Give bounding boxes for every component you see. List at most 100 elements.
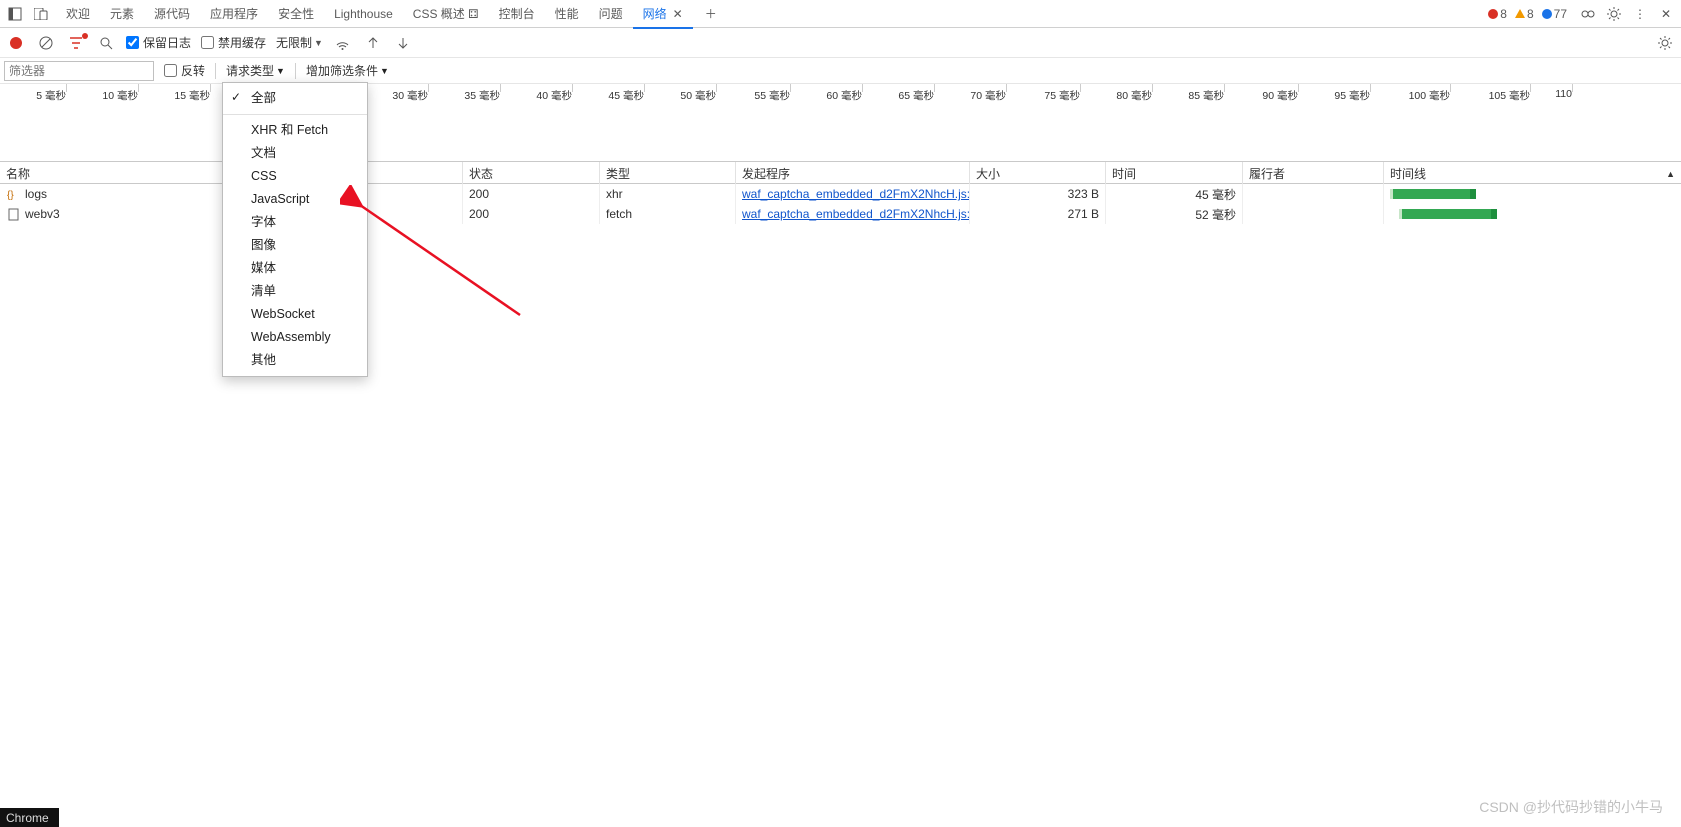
issues-icon[interactable] xyxy=(1577,3,1599,25)
waterfall-cell xyxy=(1384,184,1681,204)
invert-input[interactable] xyxy=(164,64,177,77)
cell-status: 200 xyxy=(463,204,600,224)
tab-元素[interactable]: 元素 xyxy=(100,0,144,28)
ruler-tick: 30 毫秒 xyxy=(392,88,428,103)
warning-badge[interactable]: 8 xyxy=(1515,7,1534,21)
settings-icon[interactable] xyxy=(1603,3,1625,25)
filter-bar: 反转 请求类型▼ 增加筛选条件▼ xyxy=(0,58,1681,84)
error-badge[interactable]: 8 xyxy=(1488,7,1507,21)
tab-css 概述[interactable]: CSS 概述 ⚃ xyxy=(403,0,489,28)
col-time[interactable]: 时间 xyxy=(1106,162,1243,185)
col-initiator[interactable]: 发起程序 xyxy=(736,162,970,185)
ruler-tick: 35 毫秒 xyxy=(464,88,500,103)
invert-checkbox[interactable]: 反转 xyxy=(164,62,205,79)
waterfall-cell xyxy=(1384,204,1681,224)
cell-fulfilled-by xyxy=(1243,204,1384,224)
disable-cache-input[interactable] xyxy=(201,36,214,49)
more-filters-dropdown[interactable]: 增加筛选条件▼ xyxy=(306,62,389,79)
disable-cache-checkbox[interactable]: 禁用缓存 xyxy=(201,34,266,51)
menu-item[interactable]: 图像 xyxy=(223,234,367,257)
svg-text:{}: {} xyxy=(7,190,14,200)
col-type[interactable]: 类型 xyxy=(600,162,736,185)
ruler-tick: 110 xyxy=(1555,88,1572,100)
cell-size: 271 B xyxy=(970,204,1106,224)
more-options-icon[interactable]: ⋮ xyxy=(1629,3,1651,25)
import-har-icon[interactable] xyxy=(393,33,413,53)
tab-控制台[interactable]: 控制台 xyxy=(489,0,545,28)
ruler-tick: 5 毫秒 xyxy=(36,88,66,103)
record-button[interactable] xyxy=(6,33,26,53)
filter-input[interactable] xyxy=(4,61,154,81)
network-conditions-icon[interactable] xyxy=(333,33,353,53)
menu-item[interactable]: 清单 xyxy=(223,280,367,303)
export-har-icon[interactable] xyxy=(363,33,383,53)
ruler-tick: 40 毫秒 xyxy=(536,88,572,103)
disable-cache-label: 禁用缓存 xyxy=(218,34,266,51)
menu-item[interactable]: JavaScript xyxy=(223,188,367,211)
cell-type: fetch xyxy=(600,204,736,224)
ruler-tick: 45 毫秒 xyxy=(608,88,644,103)
tab-性能[interactable]: 性能 xyxy=(545,0,589,28)
filter-toggle-button[interactable] xyxy=(66,33,86,53)
menu-item[interactable]: WebAssembly xyxy=(223,326,367,349)
warning-icon xyxy=(1515,9,1525,18)
preserve-log-checkbox[interactable]: 保留日志 xyxy=(126,34,191,51)
dock-side-icon[interactable] xyxy=(4,3,26,25)
clear-button[interactable] xyxy=(36,33,56,53)
cell-time: 45 毫秒 xyxy=(1106,184,1243,204)
ruler-tick: 85 毫秒 xyxy=(1188,88,1224,103)
menu-item[interactable]: WebSocket xyxy=(223,303,367,326)
menu-item[interactable]: CSS xyxy=(223,165,367,188)
message-icon xyxy=(1542,9,1552,19)
initiator-link[interactable]: waf_captcha_embedded_d2FmX2NhcH.js:1 xyxy=(742,207,970,221)
throttling-dropdown[interactable]: 无限制▼ xyxy=(276,34,323,51)
menu-item[interactable]: 全部 xyxy=(223,87,367,110)
col-status[interactable]: 状态 xyxy=(463,162,600,185)
cell-type: xhr xyxy=(600,184,736,204)
error-icon xyxy=(1488,9,1498,19)
separator xyxy=(215,63,216,79)
ruler-tick: 70 毫秒 xyxy=(970,88,1006,103)
cell-time: 52 毫秒 xyxy=(1106,204,1243,224)
tab-欢迎[interactable]: 欢迎 xyxy=(56,0,100,28)
preserve-log-label: 保留日志 xyxy=(143,34,191,51)
initiator-link[interactable]: waf_captcha_embedded_d2FmX2NhcH.js:1 xyxy=(742,187,970,201)
request-types-dropdown[interactable]: 请求类型▼ xyxy=(226,62,285,79)
ruler-tick: 10 毫秒 xyxy=(102,88,138,103)
menu-item[interactable]: XHR 和 Fetch xyxy=(223,119,367,142)
tab-close-icon[interactable]: ✕ xyxy=(673,7,683,21)
request-types-menu[interactable]: 全部 XHR 和 Fetch文档CSSJavaScript字体图像媒体清单WebS… xyxy=(222,82,368,377)
network-settings-icon[interactable] xyxy=(1655,33,1675,53)
menu-divider xyxy=(223,114,367,115)
col-fulfilled-by[interactable]: 履行者 xyxy=(1243,162,1384,185)
tab-问题[interactable]: 问题 xyxy=(589,0,633,28)
ruler-tick: 75 毫秒 xyxy=(1044,88,1080,103)
tab-源代码[interactable]: 源代码 xyxy=(144,0,200,28)
request-name: webv3 xyxy=(25,207,60,221)
network-toolbar: 保留日志 禁用缓存 无限制▼ xyxy=(0,28,1681,58)
new-tab-icon[interactable]: ＋ xyxy=(697,1,725,26)
preserve-log-input[interactable] xyxy=(126,36,139,49)
tab-应用程序[interactable]: 应用程序 xyxy=(200,0,268,28)
tab-网络[interactable]: 网络✕ xyxy=(633,0,693,28)
menu-item[interactable]: 媒体 xyxy=(223,257,367,280)
menu-item[interactable]: 字体 xyxy=(223,211,367,234)
search-button[interactable] xyxy=(96,33,116,53)
ruler-tick: 90 毫秒 xyxy=(1262,88,1298,103)
device-toolbar-icon[interactable] xyxy=(30,3,52,25)
ruler-tick: 60 毫秒 xyxy=(826,88,862,103)
ruler-tick: 95 毫秒 xyxy=(1334,88,1370,103)
ruler-tick: 50 毫秒 xyxy=(680,88,716,103)
tab-安全性[interactable]: 安全性 xyxy=(268,0,324,28)
message-badge[interactable]: 77 xyxy=(1542,7,1567,21)
tab-lighthouse[interactable]: Lighthouse xyxy=(324,1,403,27)
close-devtools-icon[interactable]: ✕ xyxy=(1655,3,1677,25)
request-name: logs xyxy=(25,187,47,201)
ruler-tick: 105 毫秒 xyxy=(1489,88,1530,103)
document-file-icon xyxy=(6,207,20,221)
menu-item[interactable]: 其他 xyxy=(223,349,367,372)
ruler-tick: 55 毫秒 xyxy=(754,88,790,103)
col-size[interactable]: 大小 xyxy=(970,162,1106,185)
col-waterfall[interactable]: 时间线▲ xyxy=(1384,162,1681,185)
menu-item[interactable]: 文档 xyxy=(223,142,367,165)
